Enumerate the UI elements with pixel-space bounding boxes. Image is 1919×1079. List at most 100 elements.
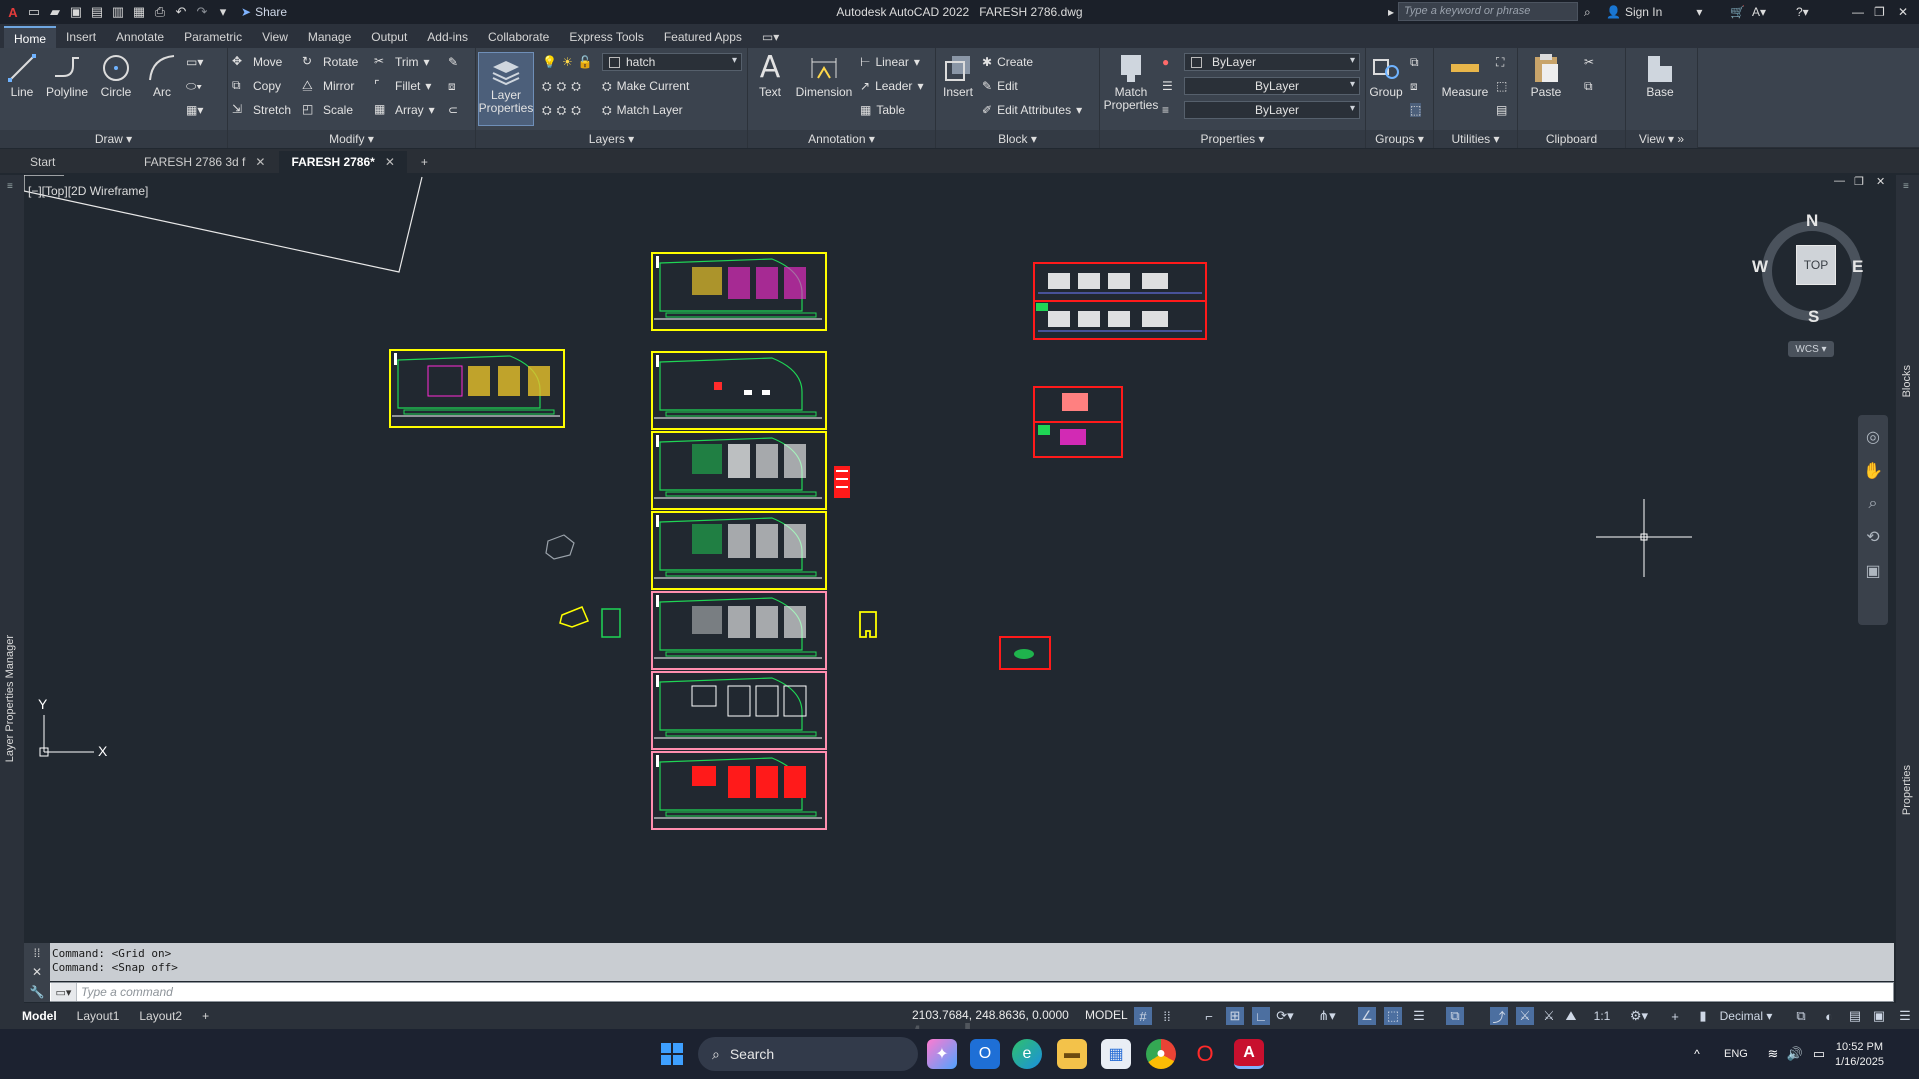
new-tab-button[interactable]: + <box>409 151 440 173</box>
battery-icon[interactable]: ▭ <box>1804 1039 1834 1069</box>
compass-west[interactable]: W <box>1752 257 1768 277</box>
gray-outline-block[interactable] <box>545 534 575 560</box>
ortho-icon[interactable]: ∟ <box>1252 1007 1270 1025</box>
command-input[interactable]: Type a command <box>77 985 173 999</box>
sheet-column-3[interactable] <box>651 431 827 510</box>
sheet-column-6[interactable] <box>651 671 827 750</box>
layout-tab-layout1[interactable]: Layout1 <box>67 1007 130 1025</box>
match-layer-button[interactable]: ⛭ Match Layer <box>602 100 683 120</box>
minimize-icon[interactable]: — <box>1852 2 1864 22</box>
drawing-canvas[interactable]: Y X TOP N S W E WCS ▾ ◎ ✋ ⌕ ⟲ ▣ — ❐ ✕ <box>23 174 1894 942</box>
yellow-house-block[interactable] <box>859 611 877 638</box>
viewcube-top-face[interactable]: TOP <box>1796 245 1836 285</box>
search-icon[interactable]: ⌕ <box>1584 2 1591 22</box>
taskbar-search[interactable]: ⌕ Search <box>698 1037 918 1071</box>
group-edit-button[interactable]: ⧈ <box>1410 76 1418 96</box>
copy-button[interactable]: ⧉ Copy <box>232 76 281 96</box>
lineweight-toggle-icon[interactable]: ☰ <box>1410 1007 1428 1025</box>
sheet-column-4[interactable] <box>651 511 827 590</box>
sheet-column-7[interactable] <box>651 751 827 830</box>
polyline-button[interactable]: Polyline <box>42 52 92 99</box>
new-file-icon[interactable]: ▭ <box>25 3 43 21</box>
circle-button[interactable]: Circle <box>96 52 136 99</box>
green-plan-block[interactable] <box>601 608 621 638</box>
leader-button[interactable]: ↗ Leader ▾ <box>860 76 923 96</box>
array-button[interactable]: ▦ Array ▾ <box>374 100 435 120</box>
model-space-button[interactable]: MODEL <box>1085 1008 1128 1022</box>
file-explorer-icon[interactable]: ▬ <box>1057 1039 1087 1069</box>
tab-annotate[interactable]: Annotate <box>106 26 174 48</box>
isodraft-icon[interactable]: ⋔▾ <box>1318 1007 1336 1025</box>
tab-express-tools[interactable]: Express Tools <box>559 26 653 48</box>
annotation-panel-title[interactable]: Annotation ▾ <box>748 130 935 148</box>
layout-tab-model[interactable]: Model <box>12 1007 67 1025</box>
infer-constraints-icon[interactable]: ⌐ <box>1200 1007 1218 1025</box>
close-tab-icon[interactable]: ✕ <box>255 155 265 169</box>
hardware-acceleration-icon[interactable]: ▤ <box>1846 1007 1864 1025</box>
linear-button[interactable]: ⊢ Linear ▾ <box>860 52 920 72</box>
calculator-button[interactable]: ▤ <box>1496 100 1507 120</box>
properties-palette-tab[interactable]: Properties <box>1901 765 1913 815</box>
zoom-extents-icon[interactable]: ⌕ <box>1869 495 1878 513</box>
windows-start-icon[interactable] <box>657 1039 687 1069</box>
insert-button[interactable]: Insert <box>940 52 976 99</box>
sheet-column-5[interactable] <box>651 591 827 670</box>
doc-tab-start[interactable]: Start <box>0 151 130 173</box>
sheet-column-1[interactable] <box>651 252 827 331</box>
grid-icon[interactable]: # <box>1134 1007 1152 1025</box>
arc-button[interactable]: Arc <box>142 52 182 99</box>
tab-add-ins[interactable]: Add-ins <box>417 26 478 48</box>
help-search-input[interactable]: Type a keyword or phrase <box>1398 2 1578 21</box>
copy-clip-button[interactable]: ⧉ <box>1584 76 1593 96</box>
doc-tab-faresh-3d[interactable]: FARESH 2786 3d f ✕ <box>132 151 277 173</box>
customize-qat-icon[interactable]: ▾ <box>214 3 232 21</box>
sheet-small-red[interactable] <box>999 636 1051 670</box>
input-language[interactable]: ENG <box>1724 1048 1748 1060</box>
yellow-outline-block[interactable] <box>559 606 589 628</box>
lineweight-dropdown[interactable]: ByLayer <box>1184 101 1360 119</box>
text-button[interactable]: A Text <box>752 52 788 99</box>
move-button[interactable]: ✥ Move <box>232 52 282 72</box>
layer-state-icons[interactable]: 💡 ☀ 🔓 <box>542 52 593 72</box>
draw-panel-title[interactable]: Draw ▾ <box>0 130 227 148</box>
edge-icon[interactable]: e <box>1012 1039 1042 1069</box>
trim-button[interactable]: ✂ Trim ▾ <box>374 52 430 72</box>
tab-insert[interactable]: Insert <box>56 26 106 48</box>
add-layout-button[interactable]: + <box>192 1007 219 1025</box>
close-tab-icon[interactable]: ✕ <box>385 155 395 169</box>
base-view-button[interactable]: Base <box>1638 52 1682 99</box>
quick-properties-icon[interactable]: ⧉ <box>1792 1007 1810 1025</box>
edit-attributes-button[interactable]: ✐ Edit Attributes ▾ <box>982 100 1082 120</box>
units-icon[interactable]: ▮ <box>1694 1007 1712 1025</box>
tab-parametric[interactable]: Parametric <box>174 26 252 48</box>
opera-icon[interactable]: O <box>1190 1039 1220 1069</box>
dimension-button[interactable]: Dimension <box>792 52 856 99</box>
isolate-objects-icon[interactable]: ◐ <box>1820 1007 1838 1025</box>
viewport-close-icon[interactable]: ✕ <box>1876 175 1885 188</box>
layers-panel-title[interactable]: Layers ▾ <box>476 130 747 148</box>
linetype-dropdown[interactable]: ByLayer <box>1184 77 1360 95</box>
steering-wheel-icon[interactable]: ◎ <box>1866 427 1880 447</box>
coordinate-readout[interactable]: 2103.7684, 248.8636, 0.0000 <box>912 1008 1069 1022</box>
microsoft-store-icon[interactable]: ▦ <box>1101 1039 1131 1069</box>
erase-button[interactable]: ✎ <box>448 52 458 72</box>
plot-icon[interactable]: ⎙ <box>151 3 169 21</box>
clipboard-panel-title[interactable]: Clipboard <box>1518 130 1625 148</box>
sheet-column-2[interactable] <box>651 351 827 430</box>
cart-icon[interactable]: 🛒 <box>1730 2 1745 22</box>
group-selection-button[interactable]: ⬚ <box>1410 100 1422 120</box>
dynamic-input-icon[interactable]: ⊞ <box>1226 1007 1244 1025</box>
clean-screen-icon[interactable]: ▣ <box>1870 1007 1888 1025</box>
line-button[interactable]: Line <box>4 52 40 99</box>
transparency-icon[interactable]: ⧉ <box>1446 1007 1464 1025</box>
quick-select-button[interactable]: ⛶ <box>1496 52 1504 72</box>
copilot-icon[interactable]: ✦ <box>927 1039 957 1069</box>
annotation-monitor-icon[interactable]: + <box>1666 1007 1684 1025</box>
wcs-menu[interactable]: WCS ▾ <box>1788 341 1834 357</box>
selection-cycling-icon[interactable]: ⤴ <box>1490 1007 1508 1025</box>
tab-featured-apps[interactable]: Featured Apps <box>654 26 752 48</box>
pan-icon[interactable]: ✋ <box>1863 461 1883 481</box>
tab-output[interactable]: Output <box>361 26 417 48</box>
modify-panel-title[interactable]: Modify ▾ <box>228 130 475 148</box>
annotation-scale-icon[interactable]: ⛰ <box>1562 1007 1580 1025</box>
